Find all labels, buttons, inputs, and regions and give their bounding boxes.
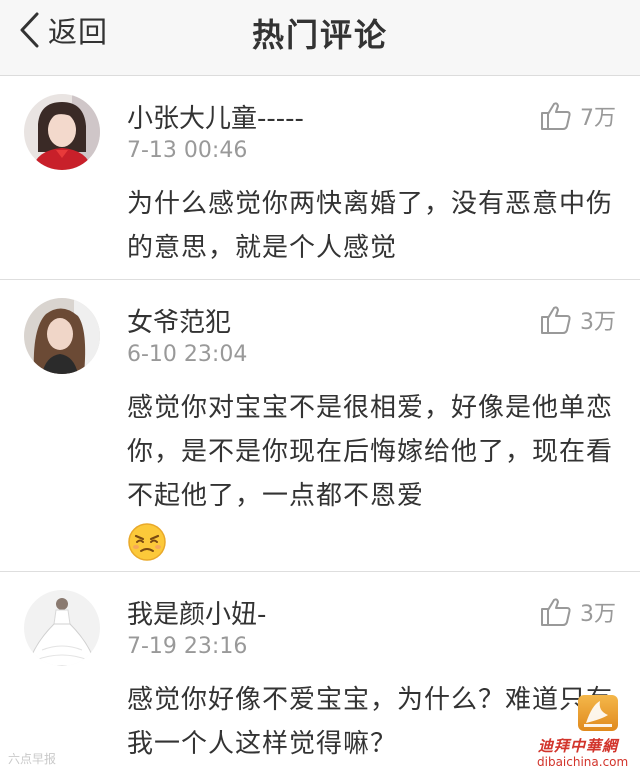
avatar-girl-red-dress-icon [24, 94, 100, 170]
like-button[interactable]: 3万 [540, 596, 616, 628]
comment-item: 小张大儿童----- 7-13 00:46 7万 为什么感觉你两快离婚了，没有恶… [0, 76, 640, 280]
watermark-left-text: 六点早报 [8, 752, 57, 766]
comment-item: 女爷范犯 6-10 23:04 3万 感觉你对宝宝不是很相爱，好像是他单恋你，是… [0, 280, 640, 572]
comment-text: 感觉你对宝宝不是很相爱，好像是他单恋你，是不是你现在后悔嫁给他了，现在看不起他了… [127, 393, 614, 511]
watermark-domain: dibaichina.com [537, 755, 629, 769]
hot-comments-page: 返回 热门评论 小张大儿童----- 7-13 00:46 7万 为什么感觉你两… [0, 0, 640, 775]
watermark-left: 六点早报 [8, 750, 56, 767]
thumbs-up-icon [540, 101, 572, 131]
avatar[interactable] [24, 298, 100, 374]
thumbs-up-icon [540, 305, 572, 335]
comment-timestamp: 6-10 23:04 [127, 342, 248, 367]
comment-username[interactable]: 小张大儿童----- [127, 98, 304, 135]
thumbs-up-icon [540, 597, 572, 627]
comment-timestamp: 7-13 00:46 [127, 138, 248, 163]
avatar[interactable] [24, 590, 100, 666]
avatar-wedding-dress-icon [24, 590, 100, 666]
like-button[interactable]: 3万 [540, 304, 616, 336]
comment-text: 为什么感觉你两快离婚了，没有恶意中伤的意思，就是个人感觉 [127, 189, 614, 263]
like-count: 3万 [580, 310, 616, 335]
avatar[interactable] [24, 94, 100, 170]
like-count: 7万 [580, 106, 616, 131]
comment-username[interactable]: 女爷范犯 [127, 302, 231, 339]
comment-timestamp: 7-19 23:16 [127, 634, 248, 659]
smirk-emoji-icon [127, 522, 167, 562]
watermark-brand: 迪拜中華網 [538, 737, 619, 755]
like-button[interactable]: 7万 [540, 100, 616, 132]
watermark-logo-icon [578, 695, 618, 731]
like-count: 3万 [580, 602, 616, 627]
nav-header: 返回 热门评论 [0, 0, 640, 76]
avatar-long-hair-icon [24, 298, 100, 374]
page-title: 热门评论 [251, 16, 388, 54]
comment-username[interactable]: 我是颜小妞- [127, 594, 266, 631]
